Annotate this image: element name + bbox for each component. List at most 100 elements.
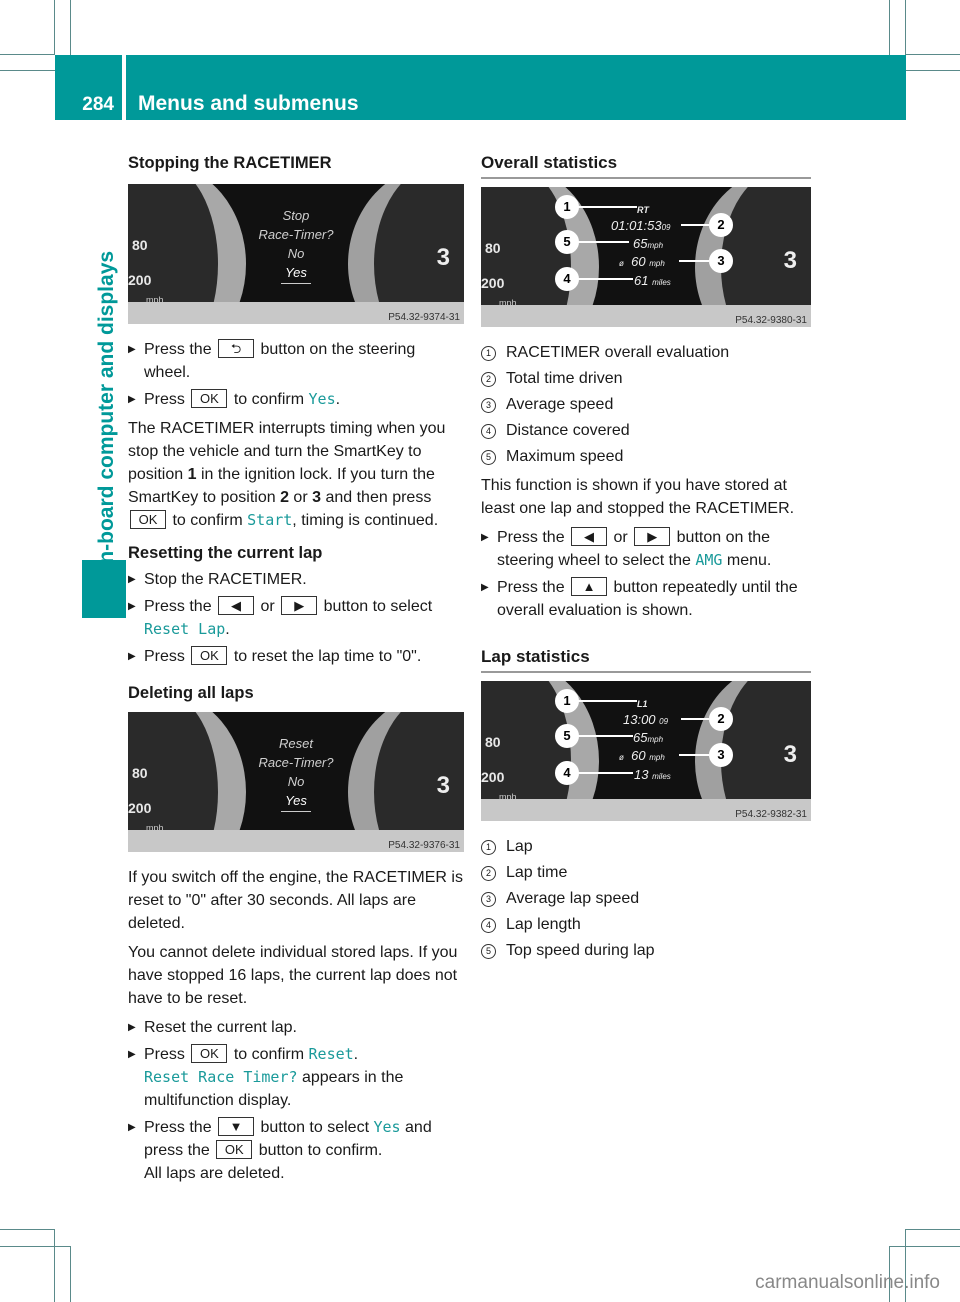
crop-mark — [54, 0, 55, 55]
display-term: Reset Race Timer? — [144, 1068, 298, 1086]
display-line: Reset — [279, 736, 313, 751]
crop-mark — [905, 54, 960, 55]
display-line: Race-Timer? — [258, 755, 334, 770]
left-arrow-button-icon: ◀ — [218, 596, 255, 615]
step: Press the ⮌ button on the steering wheel… — [128, 338, 464, 384]
display-term: Reset — [308, 1045, 354, 1063]
callout-3: 3 — [709, 743, 733, 767]
display-line: Stop — [282, 208, 310, 223]
section-title: Menus and submenus — [138, 92, 359, 115]
callout-2: 2 — [709, 707, 733, 731]
legend-item: 3 Average speed — [481, 393, 811, 416]
crop-mark — [905, 70, 960, 71]
watermark: carmanualsonline.info — [755, 1272, 940, 1293]
crop-mark — [0, 54, 55, 55]
legend-item: 4 Distance covered — [481, 419, 811, 442]
callout-5: 5 — [555, 724, 579, 748]
image-caption-strip: P54.32-9376-31 — [128, 830, 464, 852]
display-image-lap: 80 200 mph 3 L1 13:00 09 65mph ø 60 mph … — [481, 681, 811, 821]
step: Press OK to confirm Yes. — [128, 388, 464, 411]
page-number-box: 284 — [55, 55, 122, 120]
callout-1: 1 — [555, 689, 579, 713]
callout-2: 2 — [709, 213, 733, 237]
crop-mark — [889, 0, 890, 55]
image-caption-strip: P54.32-9380-31 — [481, 305, 811, 327]
display-term: Yes — [308, 390, 336, 408]
display-selected-line: Yes — [128, 791, 464, 812]
chapter-tab-marker — [82, 560, 126, 618]
paragraph: You cannot delete individual stored laps… — [128, 944, 458, 1007]
display-line: Race-Timer? — [258, 227, 334, 242]
legend-item: 2 Lap time — [481, 861, 811, 884]
legend-item: 1 RACETIMER overall evaluation — [481, 341, 811, 364]
step: Press the ▲ button repeatedly until the … — [481, 576, 811, 622]
step: Press the ▼ button to select Yes and pre… — [128, 1116, 464, 1185]
legend-item: 1 Lap — [481, 835, 811, 858]
display-image-stop: 80 200 mph 3 Stop Race-Timer? No Yes P54… — [128, 184, 464, 324]
callout-4: 4 — [555, 267, 579, 291]
step: Press OK to confirm Reset. Reset Race Ti… — [128, 1043, 464, 1112]
step: Press the ◀ or ▶ button on the steering … — [481, 526, 811, 572]
crop-mark — [0, 1246, 71, 1247]
image-caption-strip: P54.32-9382-31 — [481, 799, 811, 821]
callout-4: 4 — [555, 761, 579, 785]
image-code: P54.32-9374-31 — [388, 312, 460, 323]
callout-3: 3 — [709, 249, 733, 273]
stat-lap-length: 13 miles — [634, 767, 671, 782]
legend-item: 3 Average lap speed — [481, 887, 811, 910]
crop-mark — [70, 0, 71, 55]
page-number: 284 — [82, 94, 114, 115]
up-arrow-button-icon: ▲ — [571, 577, 608, 596]
display-term: Yes — [373, 1118, 401, 1136]
display-selected-line: Yes — [128, 263, 464, 284]
right-arrow-button-icon: ▶ — [281, 596, 318, 615]
image-code: P54.32-9380-31 — [735, 315, 807, 326]
heading-stopping-racetimer: Stopping the RACETIMER — [128, 154, 332, 172]
crop-mark — [905, 1229, 960, 1230]
display-term: Start — [247, 511, 293, 529]
paragraph: If you switch off the engine, the RACETI… — [128, 869, 463, 932]
right-column: Overall statistics 80 200 mph 3 RT 01:01… — [481, 152, 811, 968]
ok-button-icon: OK — [191, 1044, 228, 1063]
left-arrow-button-icon: ◀ — [571, 527, 608, 546]
callout-1: 1 — [555, 195, 579, 219]
stat-distance: 61 miles — [634, 273, 671, 288]
image-code: P54.32-9376-31 — [388, 840, 460, 851]
crop-mark — [905, 0, 906, 55]
step: Reset the current lap. — [128, 1016, 464, 1039]
heading-deleting-laps: Deleting all laps — [128, 684, 254, 702]
ok-button-icon: OK — [191, 646, 228, 665]
display-line: No — [287, 774, 305, 789]
image-code: P54.32-9382-31 — [735, 809, 807, 820]
ok-button-icon: OK — [216, 1140, 253, 1159]
left-column: Stopping the RACETIMER 80 200 mph 3 Stop… — [128, 152, 464, 1189]
gauge-gear: 3 — [783, 247, 797, 274]
gauge-label-80: 80 — [485, 240, 501, 256]
display-term: AMG — [695, 551, 723, 569]
image-caption-strip: P54.32-9374-31 — [128, 302, 464, 324]
step: Press OK to reset the lap time to "0". — [128, 645, 464, 668]
legend-item: 4 Lap length — [481, 913, 811, 936]
step: Stop the RACETIMER. — [128, 568, 464, 591]
section-header: Menus and submenus — [126, 55, 906, 120]
heading-lap-statistics: Lap statistics — [481, 646, 811, 673]
gauge-label-80: 80 — [485, 734, 501, 750]
legend-overall: 1 RACETIMER overall evaluation 2 Total tim… — [481, 341, 811, 468]
paragraph: The RACETIMER interrupts timing when you… — [128, 420, 446, 529]
crop-mark — [0, 70, 55, 71]
down-arrow-button-icon: ▼ — [218, 1117, 255, 1136]
legend-item: 2 Total time driven — [481, 367, 811, 390]
right-arrow-button-icon: ▶ — [634, 527, 671, 546]
crop-mark — [54, 1229, 55, 1302]
ok-button-icon: OK — [191, 389, 228, 408]
crop-mark — [70, 1246, 71, 1302]
legend-item: 5 Top speed during lap — [481, 939, 811, 962]
display-image-overall: 80 200 mph 3 RT 01:01:5309 65mph ø 60 mp… — [481, 187, 811, 327]
ok-button-icon: OK — [130, 510, 166, 529]
gauge-gear: 3 — [783, 741, 797, 768]
heading-overall-statistics: Overall statistics — [481, 152, 811, 179]
display-term: Reset Lap — [144, 620, 226, 638]
callout-5: 5 — [555, 230, 579, 254]
chapter-tab-label: On-board computer and displays — [95, 250, 118, 580]
legend-lap: 1 Lap 2 Lap time 3 Average lap speed 4 Lap l… — [481, 835, 811, 962]
